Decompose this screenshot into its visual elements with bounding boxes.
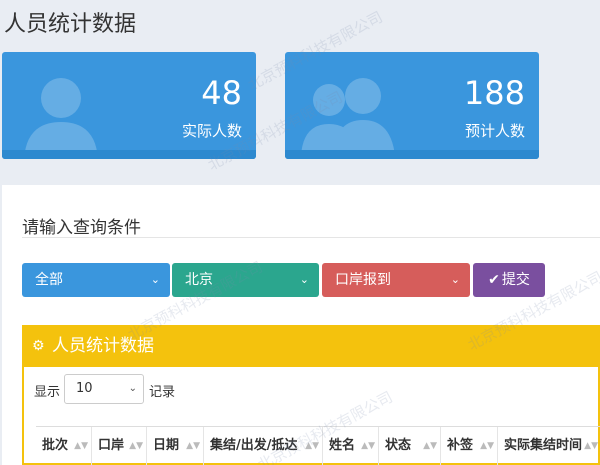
table-header-row: 批次 ▲▼ 口岸 ▲▼ 日期 ▲▼ 集结/出发/抵达 ▲▼ 姓名 ▲▼ 状态 ▲▼ 补签 ▲▼… [36, 426, 600, 465]
actual-count-label: 实际人数 [181, 122, 242, 140]
planned-count-card: 188 预计人数 [285, 52, 539, 159]
query-panel: 请输入查询条件 全部 ⌄ 北京 ⌄ 口岸报到 ⌄ ✔ 提交 ⚙ 人员统计数据 显示… [2, 185, 600, 465]
checkin-type-select-value: 口岸报到 [335, 272, 391, 288]
card-stripe [2, 150, 256, 159]
users-icon [301, 78, 395, 156]
chevron-down-icon: ⌄ [150, 273, 160, 286]
column-header[interactable]: 状态 ▲▼ [379, 427, 441, 465]
page-length-select[interactable]: 10 ⌄ [64, 374, 144, 404]
sort-icon: ▲▼ [584, 441, 598, 451]
column-header[interactable]: 口岸 ▲▼ [92, 427, 147, 465]
column-header[interactable]: 补签 ▲▼ [441, 427, 498, 465]
sort-icon: ▲▼ [186, 441, 200, 451]
card-stripe [285, 150, 539, 159]
chevron-down-icon: ⌄ [128, 383, 137, 394]
city-select[interactable]: 北京 ⌄ [172, 263, 319, 297]
submit-button[interactable]: ✔ 提交 [473, 263, 545, 297]
sort-icon: ▲▼ [129, 441, 143, 451]
page-length-value: 10 [76, 381, 93, 396]
column-header[interactable]: 姓名 ▲▼ [323, 427, 379, 465]
chevron-down-icon: ⌄ [450, 273, 460, 286]
column-header[interactable]: 批次 ▲▼ [36, 427, 92, 465]
user-icon [24, 78, 98, 159]
scope-select[interactable]: 全部 ⌄ [22, 263, 170, 297]
show-label: 显示 [34, 385, 61, 400]
column-header[interactable]: 实际集结时间 ▲▼ [498, 427, 600, 465]
page-title: 人员统计数据 [4, 12, 137, 37]
checkin-type-select[interactable]: 口岸报到 ⌄ [322, 263, 470, 297]
column-header[interactable]: 集结/出发/抵达 ▲▼ [204, 427, 323, 465]
submit-button-label: 提交 [501, 272, 530, 288]
actual-count-value: 48 [201, 74, 242, 112]
chevron-down-icon: ⌄ [299, 273, 309, 286]
actual-count-card: 48 实际人数 [2, 52, 256, 159]
planned-count-value: 188 [463, 74, 525, 112]
records-label: 记录 [149, 385, 176, 400]
divider [22, 237, 600, 238]
column-header[interactable]: 日期 ▲▼ [147, 427, 204, 465]
sort-icon: ▲▼ [361, 441, 375, 451]
city-select-value: 北京 [185, 272, 213, 288]
check-icon: ✔ [488, 272, 500, 288]
sort-icon: ▲▼ [305, 441, 319, 451]
sort-icon: ▲▼ [423, 441, 437, 451]
scope-select-value: 全部 [35, 272, 63, 288]
cogs-icon: ⚙ [32, 338, 45, 354]
sort-icon: ▲▼ [480, 441, 494, 451]
stats-table-header: ⚙ 人员统计数据 [22, 325, 600, 367]
query-title: 请输入查询条件 [22, 218, 141, 238]
planned-count-label: 预计人数 [464, 122, 525, 140]
stats-table-title: 人员统计数据 [52, 336, 154, 356]
sort-icon: ▲▼ [74, 441, 88, 451]
